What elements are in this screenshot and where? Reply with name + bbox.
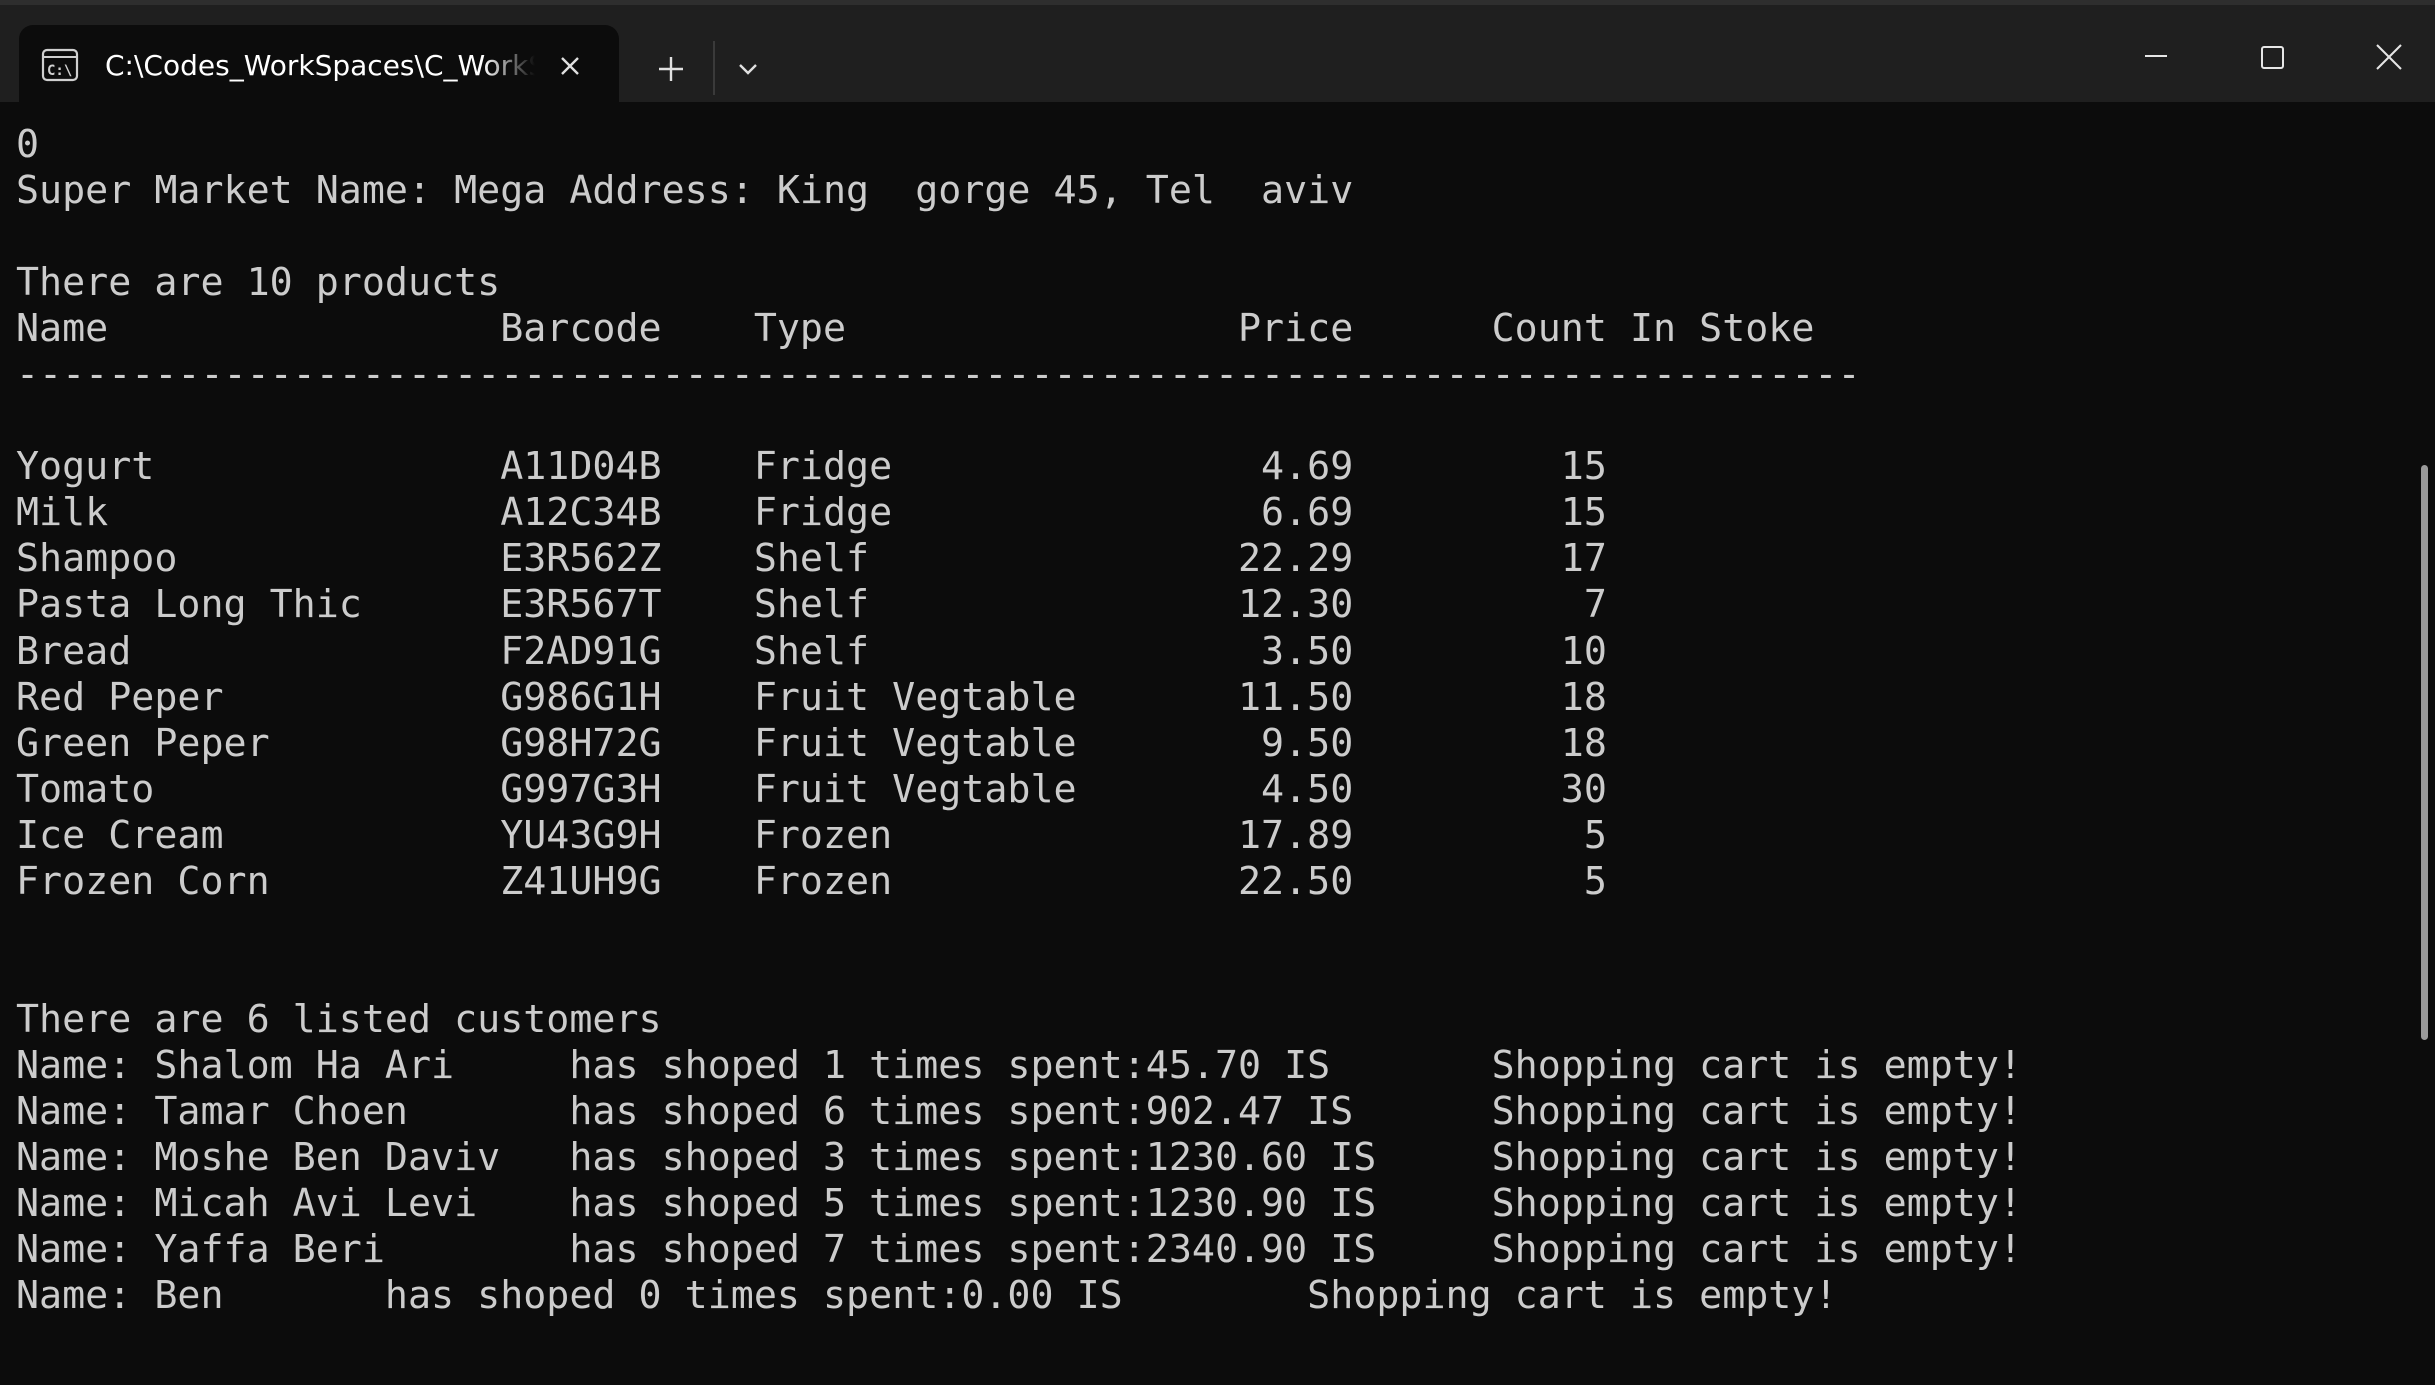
- title-bar[interactable]: C:\ C:\Codes_WorkSpaces\C_WorkSpace: [0, 0, 2435, 107]
- chevron-down-icon[interactable]: [722, 43, 774, 95]
- console-line: Ice Cream YU43G9H Frozen 17.89 5: [16, 812, 1607, 858]
- console-line: Name: Tamar Choen has shoped 6 times spe…: [16, 1088, 2022, 1134]
- console-line: Green Peper G98H72G Fruit Vegtable 9.50 …: [16, 720, 1607, 766]
- console-line: Pasta Long Thic E3R567T Shelf 12.30 7: [16, 582, 1607, 628]
- maximize-icon[interactable]: [2214, 10, 2330, 100]
- console-line: Shampoo E3R562Z Shelf 22.29 17: [16, 536, 1607, 582]
- console-line: Name: Ben has shoped 0 times spent:0.00 …: [16, 1273, 1838, 1319]
- console-line: ----------------------------------------…: [16, 352, 1861, 398]
- console-line: Super Market Name: Mega Address: King go…: [16, 168, 1354, 214]
- console-line: Name: Shalom Ha Ari has shoped 1 times s…: [16, 1042, 2022, 1088]
- console-line: Bread F2AD91G Shelf 3.50 10: [16, 628, 1607, 674]
- console-line: There are 6 listed customers: [16, 996, 662, 1042]
- console-line: Milk A12C34B Fridge 6.69 15: [16, 490, 1607, 536]
- terminal-window: C:\ C:\Codes_WorkSpaces\C_WorkSpace: [0, 0, 2435, 1385]
- tab-separator: [713, 41, 715, 95]
- terminal-icon: C:\: [41, 46, 79, 84]
- console-line: Name: Micah Avi Levi has shoped 5 times …: [16, 1181, 2022, 1227]
- console-line: Tomato G997G3H Fruit Vegtable 4.50 30: [16, 766, 1607, 812]
- terminal-tab[interactable]: C:\ C:\Codes_WorkSpaces\C_WorkSpace: [19, 25, 619, 107]
- minimize-icon[interactable]: [2098, 10, 2214, 100]
- console-line: There are 10 products: [16, 260, 501, 306]
- console-line: 0: [16, 122, 40, 167]
- svg-text:C:\: C:\: [47, 63, 72, 79]
- console-output[interactable]: 0 Super Market Name: Mega Address: King g…: [16, 122, 2396, 1372]
- console-line: Frozen Corn Z41UH9G Frozen 22.50 5: [16, 858, 1607, 904]
- tab-title: C:\Codes_WorkSpaces\C_WorkSpace: [105, 49, 535, 82]
- console-line: Name Barcode Type Price Count In Stoke: [16, 306, 1815, 352]
- plus-icon[interactable]: [645, 43, 697, 95]
- close-tab-icon[interactable]: [549, 45, 591, 87]
- console-line: Name: Moshe Ben Daviv has shoped 3 times…: [16, 1135, 2022, 1181]
- console-line: Red Peper G986G1H Fruit Vegtable 11.50 1…: [16, 674, 1607, 720]
- close-icon[interactable]: [2330, 10, 2435, 100]
- vertical-scrollbar[interactable]: [2421, 465, 2428, 1040]
- console-line: Yogurt A11D04B Fridge 4.69 15: [16, 444, 1607, 490]
- console-line: Name: Yaffa Beri has shoped 7 times spen…: [16, 1227, 2022, 1273]
